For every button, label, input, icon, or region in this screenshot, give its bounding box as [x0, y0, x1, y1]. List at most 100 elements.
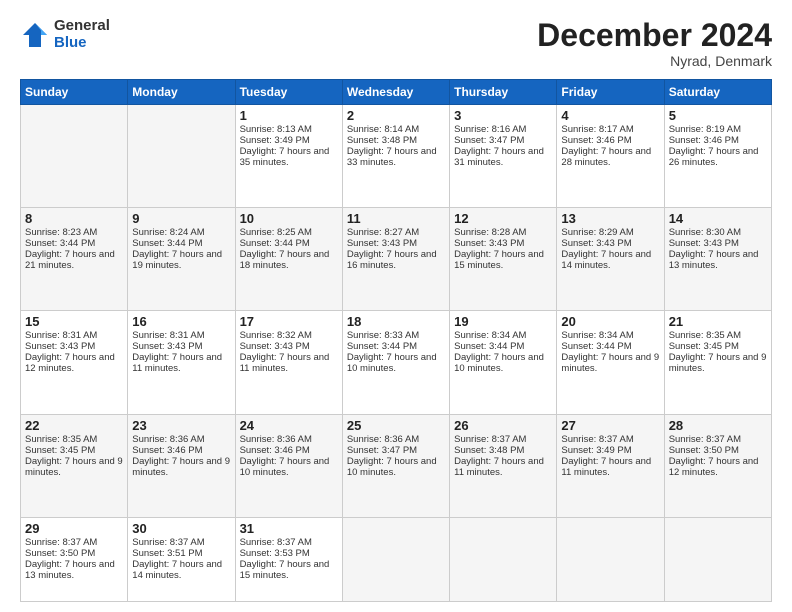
- table-cell: 25Sunrise: 8:36 AMSunset: 3:47 PMDayligh…: [342, 414, 449, 517]
- sunset: Sunset: 3:51 PM: [132, 548, 202, 559]
- sunrise: Sunrise: 8:37 AM: [669, 434, 741, 445]
- day-number: 26: [454, 418, 552, 433]
- table-cell: 14Sunrise: 8:30 AMSunset: 3:43 PMDayligh…: [664, 208, 771, 311]
- day-number: 18: [347, 314, 445, 329]
- sunrise: Sunrise: 8:37 AM: [132, 537, 204, 548]
- table-cell: 13Sunrise: 8:29 AMSunset: 3:43 PMDayligh…: [557, 208, 664, 311]
- day-number: 10: [240, 211, 338, 226]
- sunrise: Sunrise: 8:37 AM: [561, 434, 633, 445]
- logo-icon: [20, 20, 50, 50]
- logo-text: General Blue: [54, 18, 110, 51]
- month-title: December 2024: [537, 18, 772, 53]
- sunset: Sunset: 3:43 PM: [132, 341, 202, 352]
- daylight: Daylight: 7 hours and 35 minutes.: [240, 146, 330, 168]
- page: General Blue December 2024 Nyrad, Denmar…: [0, 0, 792, 612]
- sunset: Sunset: 3:43 PM: [25, 341, 95, 352]
- location: Nyrad, Denmark: [537, 53, 772, 69]
- table-cell: [664, 517, 771, 601]
- sunrise: Sunrise: 8:36 AM: [347, 434, 419, 445]
- daylight: Daylight: 7 hours and 19 minutes.: [132, 249, 222, 271]
- table-cell: 30Sunrise: 8:37 AMSunset: 3:51 PMDayligh…: [128, 517, 235, 601]
- sunset: Sunset: 3:43 PM: [561, 238, 631, 249]
- table-cell: 3Sunrise: 8:16 AMSunset: 3:47 PMDaylight…: [450, 105, 557, 208]
- table-cell: 16Sunrise: 8:31 AMSunset: 3:43 PMDayligh…: [128, 311, 235, 414]
- day-number: 28: [669, 418, 767, 433]
- sunrise: Sunrise: 8:37 AM: [25, 537, 97, 548]
- sunrise: Sunrise: 8:31 AM: [25, 330, 97, 341]
- day-number: 21: [669, 314, 767, 329]
- sunrise: Sunrise: 8:33 AM: [347, 330, 419, 341]
- sunrise: Sunrise: 8:37 AM: [240, 537, 312, 548]
- day-number: 4: [561, 108, 659, 123]
- day-number: 20: [561, 314, 659, 329]
- sunset: Sunset: 3:47 PM: [454, 135, 524, 146]
- daylight: Daylight: 7 hours and 10 minutes.: [240, 456, 330, 478]
- sunrise: Sunrise: 8:34 AM: [561, 330, 633, 341]
- daylight: Daylight: 7 hours and 9 minutes.: [561, 352, 659, 374]
- sunset: Sunset: 3:44 PM: [240, 238, 310, 249]
- day-number: 27: [561, 418, 659, 433]
- sunset: Sunset: 3:44 PM: [454, 341, 524, 352]
- table-cell: 4Sunrise: 8:17 AMSunset: 3:46 PMDaylight…: [557, 105, 664, 208]
- daylight: Daylight: 7 hours and 18 minutes.: [240, 249, 330, 271]
- day-number: 16: [132, 314, 230, 329]
- sunrise: Sunrise: 8:27 AM: [347, 227, 419, 238]
- day-number: 30: [132, 521, 230, 536]
- daylight: Daylight: 7 hours and 10 minutes.: [347, 456, 437, 478]
- table-cell: 2Sunrise: 8:14 AMSunset: 3:48 PMDaylight…: [342, 105, 449, 208]
- sunset: Sunset: 3:43 PM: [669, 238, 739, 249]
- sunrise: Sunrise: 8:28 AM: [454, 227, 526, 238]
- table-cell: 27Sunrise: 8:37 AMSunset: 3:49 PMDayligh…: [557, 414, 664, 517]
- table-cell: 28Sunrise: 8:37 AMSunset: 3:50 PMDayligh…: [664, 414, 771, 517]
- sunset: Sunset: 3:43 PM: [454, 238, 524, 249]
- sunrise: Sunrise: 8:36 AM: [132, 434, 204, 445]
- daylight: Daylight: 7 hours and 9 minutes.: [132, 456, 230, 478]
- daylight: Daylight: 7 hours and 14 minutes.: [132, 559, 222, 581]
- sunrise: Sunrise: 8:14 AM: [347, 124, 419, 135]
- day-number: 31: [240, 521, 338, 536]
- sunset: Sunset: 3:47 PM: [347, 445, 417, 456]
- daylight: Daylight: 7 hours and 10 minutes.: [454, 352, 544, 374]
- table-cell: [128, 105, 235, 208]
- sunset: Sunset: 3:48 PM: [454, 445, 524, 456]
- sunset: Sunset: 3:45 PM: [25, 445, 95, 456]
- daylight: Daylight: 7 hours and 10 minutes.: [347, 352, 437, 374]
- daylight: Daylight: 7 hours and 21 minutes.: [25, 249, 115, 271]
- sunset: Sunset: 3:44 PM: [347, 341, 417, 352]
- table-cell: 26Sunrise: 8:37 AMSunset: 3:48 PMDayligh…: [450, 414, 557, 517]
- sunrise: Sunrise: 8:23 AM: [25, 227, 97, 238]
- sunrise: Sunrise: 8:32 AM: [240, 330, 312, 341]
- day-number: 8: [25, 211, 123, 226]
- sunrise: Sunrise: 8:25 AM: [240, 227, 312, 238]
- day-number: 3: [454, 108, 552, 123]
- table-cell: 20Sunrise: 8:34 AMSunset: 3:44 PMDayligh…: [557, 311, 664, 414]
- sunrise: Sunrise: 8:17 AM: [561, 124, 633, 135]
- day-number: 1: [240, 108, 338, 123]
- daylight: Daylight: 7 hours and 26 minutes.: [669, 146, 759, 168]
- table-cell: 15Sunrise: 8:31 AMSunset: 3:43 PMDayligh…: [21, 311, 128, 414]
- table-cell: 23Sunrise: 8:36 AMSunset: 3:46 PMDayligh…: [128, 414, 235, 517]
- sunset: Sunset: 3:43 PM: [240, 341, 310, 352]
- table-cell: [557, 517, 664, 601]
- col-monday: Monday: [128, 80, 235, 105]
- col-thursday: Thursday: [450, 80, 557, 105]
- day-number: 12: [454, 211, 552, 226]
- daylight: Daylight: 7 hours and 11 minutes.: [454, 456, 544, 478]
- sunset: Sunset: 3:46 PM: [240, 445, 310, 456]
- table-cell: [342, 517, 449, 601]
- col-wednesday: Wednesday: [342, 80, 449, 105]
- logo-general: General: [54, 18, 110, 35]
- day-number: 19: [454, 314, 552, 329]
- table-cell: 19Sunrise: 8:34 AMSunset: 3:44 PMDayligh…: [450, 311, 557, 414]
- daylight: Daylight: 7 hours and 15 minutes.: [454, 249, 544, 271]
- sunset: Sunset: 3:46 PM: [561, 135, 631, 146]
- table-cell: [21, 105, 128, 208]
- daylight: Daylight: 7 hours and 11 minutes.: [561, 456, 651, 478]
- title-block: December 2024 Nyrad, Denmark: [537, 18, 772, 69]
- daylight: Daylight: 7 hours and 31 minutes.: [454, 146, 544, 168]
- table-cell: 8Sunrise: 8:23 AMSunset: 3:44 PMDaylight…: [21, 208, 128, 311]
- sunset: Sunset: 3:44 PM: [132, 238, 202, 249]
- day-number: 23: [132, 418, 230, 433]
- day-number: 11: [347, 211, 445, 226]
- table-cell: 1Sunrise: 8:13 AMSunset: 3:49 PMDaylight…: [235, 105, 342, 208]
